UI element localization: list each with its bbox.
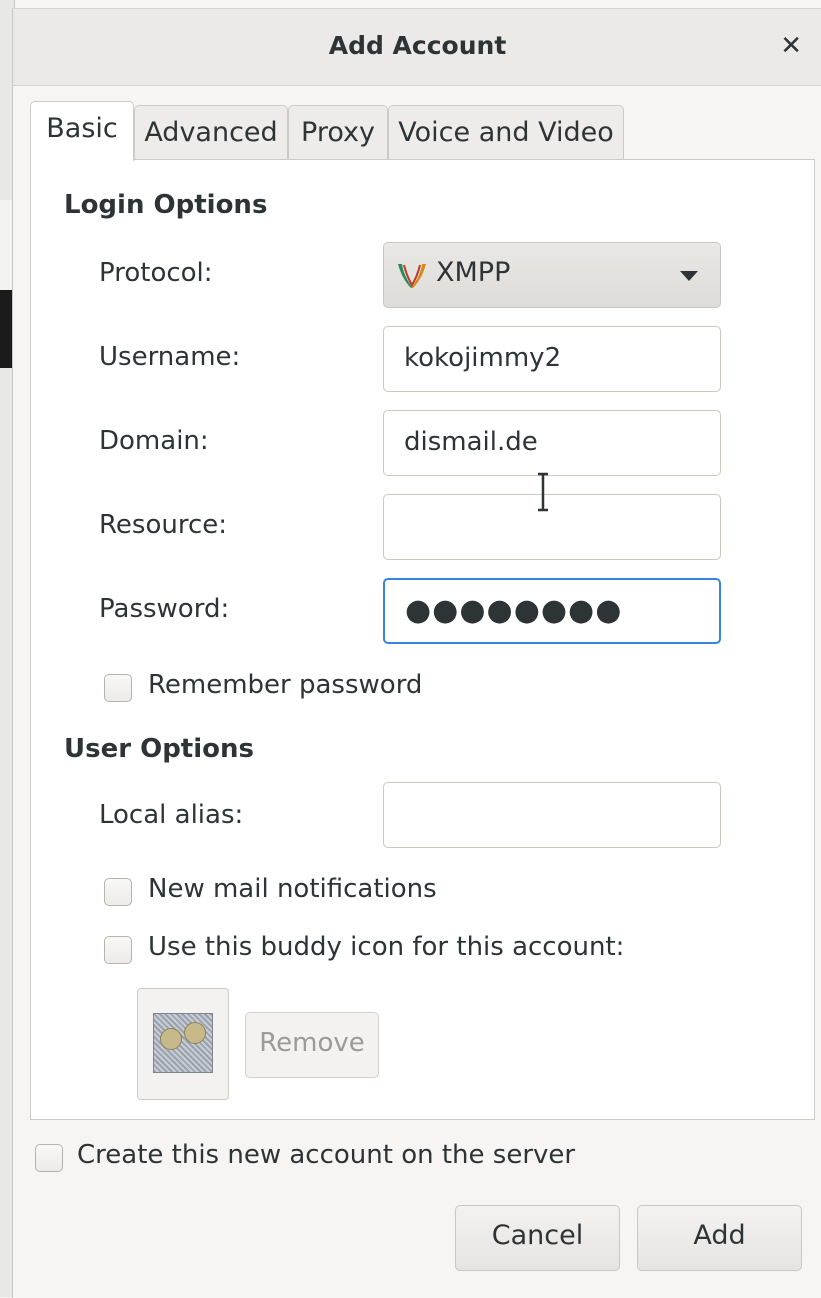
cancel-button[interactable]: Cancel xyxy=(455,1205,620,1271)
resource-label: Resource: xyxy=(99,510,227,540)
chevron-down-icon xyxy=(680,271,698,281)
remember-password-label[interactable]: Remember password xyxy=(148,670,422,700)
add-button[interactable]: Add xyxy=(637,1205,802,1271)
local-alias-field[interactable] xyxy=(383,782,721,848)
buddy-icon-button[interactable] xyxy=(137,988,229,1100)
domain-label: Domain: xyxy=(99,426,209,456)
protocol-value: XMPP xyxy=(436,257,511,288)
buddy-icon-checkbox[interactable] xyxy=(104,936,132,964)
local-alias-label: Local alias: xyxy=(99,800,244,830)
basic-tab-panel: Login Options Protocol: XMPP Username: k… xyxy=(30,159,815,1120)
protocol-label: Protocol: xyxy=(99,258,213,288)
tab-proxy[interactable]: Proxy xyxy=(288,105,388,159)
new-mail-checkbox[interactable] xyxy=(104,878,132,906)
user-options-heading: User Options xyxy=(64,734,254,764)
tab-basic[interactable]: Basic xyxy=(30,101,134,161)
xmpp-icon xyxy=(398,264,426,288)
password-value: ●●●●●●●● xyxy=(405,593,623,628)
username-label: Username: xyxy=(99,342,241,372)
password-label: Password: xyxy=(99,594,230,624)
password-field[interactable]: ●●●●●●●● xyxy=(383,578,721,644)
protocol-dropdown[interactable]: XMPP xyxy=(383,242,721,308)
new-mail-label[interactable]: New mail notifications xyxy=(148,874,437,904)
login-options-heading: Login Options xyxy=(64,190,268,220)
tab-advanced[interactable]: Advanced xyxy=(134,105,288,159)
buddy-icon-label[interactable]: Use this buddy icon for this account: xyxy=(148,932,624,962)
add-account-dialog: Add Account ✕ Basic Advanced Proxy Voice… xyxy=(12,8,821,1298)
dialog-title: Add Account xyxy=(328,31,507,60)
close-icon[interactable]: ✕ xyxy=(780,31,802,61)
username-field[interactable]: kokojimmy2 xyxy=(383,326,721,392)
tab-voice-and-video[interactable]: Voice and Video xyxy=(388,105,624,159)
resource-field[interactable] xyxy=(383,494,721,560)
remember-password-checkbox[interactable] xyxy=(104,674,132,702)
domain-field[interactable]: dismail.de xyxy=(383,410,721,476)
remove-button: Remove xyxy=(245,1012,379,1078)
buddy-image-icon xyxy=(153,1013,213,1073)
title-bar: Add Account ✕ xyxy=(13,9,821,86)
background-dark-block xyxy=(0,290,12,368)
create-on-server-checkbox[interactable] xyxy=(35,1144,63,1172)
create-on-server-label[interactable]: Create this new account on the server xyxy=(77,1140,575,1170)
text-cursor-icon xyxy=(538,472,548,512)
